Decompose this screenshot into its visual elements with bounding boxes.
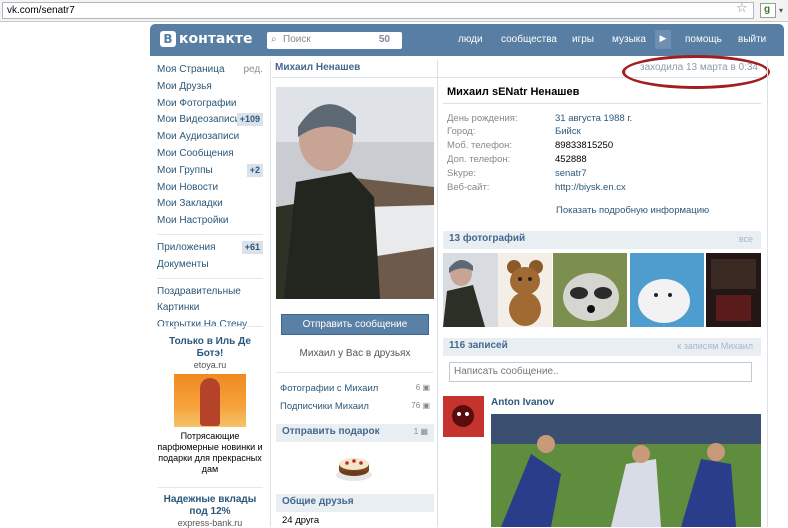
column-border-middle [437,60,438,527]
menu-videos[interactable]: Мои Видеозаписи +109 [157,112,263,129]
google-extension-icon[interactable]: g [760,3,776,18]
bookmark-star-icon[interactable]: ☆ [736,1,748,16]
wall-link[interactable]: к записям Михаил [677,341,753,351]
site-header: В контакте ⌕ Поиск 50 люди сообщества иг… [150,24,784,56]
ad-block-bank[interactable]: Надежные вклады под 12% express-bank.ru [157,494,263,528]
groups-badge: +2 [246,163,263,177]
mobile-value: 89833815250 [555,140,614,151]
nav-communities[interactable]: сообщества [501,34,557,45]
phone-value: 452888 [555,154,587,165]
city-value[interactable]: Бийск [555,126,581,137]
nav-logout[interactable]: выйти [738,34,766,45]
send-gift-box[interactable]: Отправить подарок 1 ▦ [276,424,434,442]
post-author-name[interactable]: Anton Ivanov [491,397,554,408]
skype-value[interactable]: senatr7 [555,168,587,179]
nav-people[interactable]: люди [458,34,483,45]
menu-bookmarks[interactable]: Мои Закладки [157,196,263,213]
edit-link[interactable]: ред. [243,62,263,77]
menu-settings[interactable]: Мои Настройки [157,213,263,230]
ad-image[interactable] [174,374,246,427]
search-placeholder: Поиск [283,34,311,45]
profile-photo[interactable] [276,87,434,299]
menu-divider [157,277,263,279]
profile-full-name: Михаил sENatr Ненашев [447,86,580,98]
post-image[interactable] [491,414,761,527]
wall-post-input[interactable]: Написать сообщение.. [449,362,752,382]
play-icon[interactable]: ▶ [655,30,671,49]
search-icon: ⌕ [271,34,277,45]
photos-title: 13 фотографий [449,233,526,244]
gift-cake-image[interactable] [334,448,374,484]
show-more-info-link[interactable]: Показать подробную информацию [556,205,709,216]
menu-divider [157,233,263,235]
nav-help[interactable]: помощь [685,34,722,45]
camera-icon: ▣ [422,383,430,392]
logo-letter: В [160,31,176,47]
highlight-oval [622,55,770,89]
menu-my-page[interactable]: Моя Страница ред. [157,62,263,79]
website-value[interactable]: http://biysk.en.cx [555,182,626,193]
search-count: 50 [378,34,390,45]
menu-photos[interactable]: Мои Фотографии [157,96,263,113]
menu-pictures[interactable]: Картинки [157,300,263,317]
mutual-friends-title: Общие друзья [282,496,354,507]
divider [276,372,434,373]
photos-with-count: 6 ▣ [415,383,430,392]
address-bar[interactable]: vk.com/senatr7 [2,2,754,19]
grid-icon: ▦ [420,427,428,436]
photo-thumb[interactable] [706,253,761,327]
wrench-menu-icon[interactable]: ▾ [779,6,783,15]
people-icon: ▣ [422,401,430,410]
browser-toolbar: vk.com/senatr7 ☆ g ▾ [0,0,788,22]
ad-site: etoya.ru [193,360,227,370]
divider [443,103,761,104]
nav-games[interactable]: игры [572,34,594,45]
ad-block-perfume[interactable]: Только в Иль Де Ботэ! etoya.ru Потрясающ… [157,336,263,475]
mutual-friends-box[interactable]: Общие друзья [276,494,434,512]
menu-groups[interactable]: Мои Группы +2 [157,163,263,180]
menu-divider [157,326,263,327]
left-menu: Моя Страница ред. Мои Друзья Мои Фотограф… [157,62,263,334]
post-author-avatar[interactable] [443,396,484,437]
ad-title[interactable]: Надежные вклады под 12% [157,494,263,518]
send-gift-title: Отправить подарок [282,426,380,437]
apps-badge: +61 [241,240,263,254]
send-message-button[interactable]: Отправить сообщение [281,314,429,335]
followers-count: 76 ▣ [411,401,430,410]
gift-count: 1 ▦ [413,427,428,436]
menu-messages[interactable]: Мои Сообщения [157,146,263,163]
menu-audio[interactable]: Мои Аудиозаписи [157,129,263,146]
menu-apps[interactable]: Приложения +61 [157,240,263,257]
column-border-left [270,60,271,527]
ad-title[interactable]: Только в Иль Де Ботэ! [157,336,263,360]
profile-header-name: Михаил Ненашев [275,62,361,73]
wall-section-header[interactable]: 116 записей к записям Михаил [443,338,761,356]
friend-status: Михаил у Вас в друзьях [299,348,411,359]
nav-music[interactable]: музыка [612,34,646,45]
photos-section-header[interactable]: 13 фотографий все [443,231,761,249]
wall-title: 116 записей [449,340,508,351]
photos-with-link[interactable]: Фотографии с Михаил 6 ▣ [280,383,430,394]
menu-greetings[interactable]: Поздравительные [157,284,263,301]
birthday-value[interactable]: 31 августа 1988 г. [555,113,632,124]
photos-all-link[interactable]: все [739,234,753,244]
videos-badge: +109 [236,113,263,127]
menu-divider [157,487,263,488]
menu-documents[interactable]: Документы [157,257,263,274]
mutual-friends-count: 24 друга [282,515,320,526]
search-input[interactable]: ⌕ Поиск 50 [267,32,402,49]
ad-description: Потрясающие парфюмерные новинки и подарк… [157,431,263,474]
menu-news[interactable]: Мои Новости [157,180,263,197]
followers-link[interactable]: Подписчики Михаил 76 ▣ [280,401,430,412]
photo-thumb[interactable] [553,253,627,327]
vk-logo[interactable]: В контакте [160,31,252,47]
column-border-right [767,60,768,527]
menu-friends[interactable]: Мои Друзья [157,79,263,96]
logo-text: контакте [179,31,253,47]
photo-thumb[interactable] [630,253,704,327]
